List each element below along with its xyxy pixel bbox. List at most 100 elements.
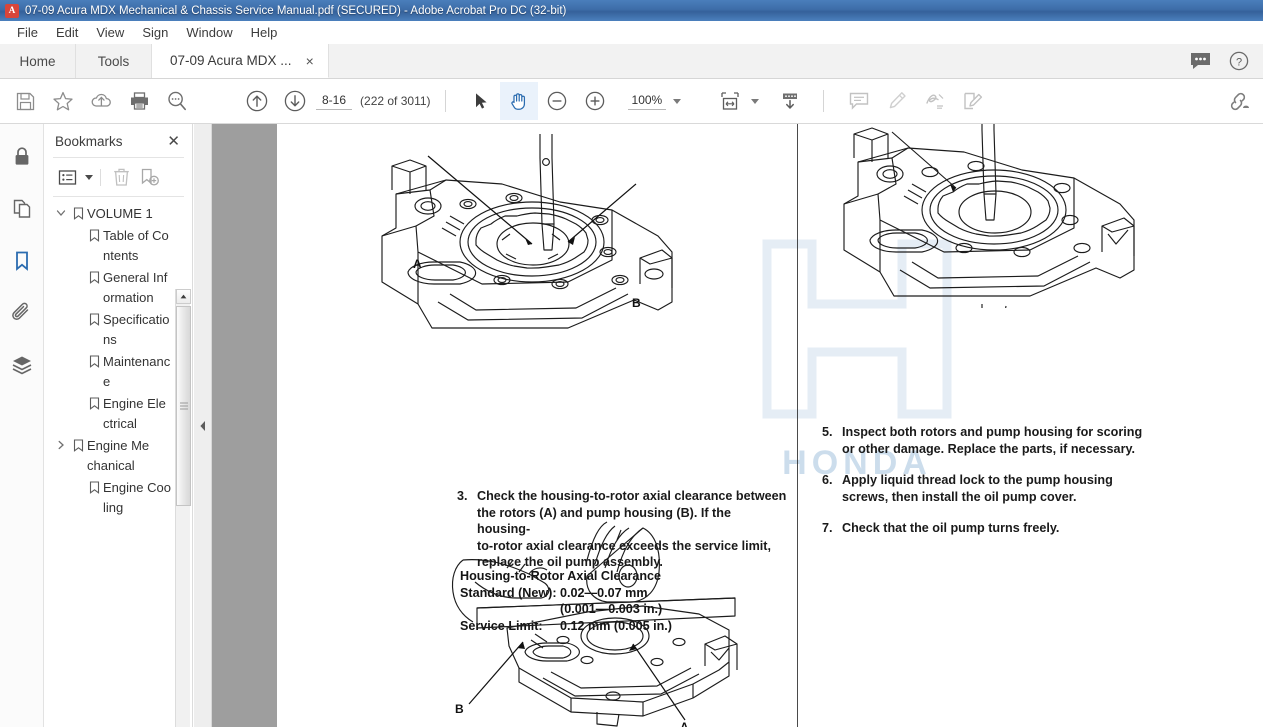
zoom-out-icon[interactable] — [538, 82, 576, 120]
share-link-button[interactable] — [1225, 89, 1263, 113]
step-5-body: Inspect both rotors and pump housing for… — [842, 424, 1142, 457]
menu-view[interactable]: View — [87, 23, 133, 42]
search-icon[interactable] — [158, 82, 196, 120]
menu-help[interactable]: Help — [242, 23, 287, 42]
tab-close-icon[interactable]: × — [306, 54, 314, 68]
bookmark-icon — [85, 394, 103, 410]
highlight-text-icon[interactable] — [878, 82, 916, 120]
bookmark-item-specifications[interactable]: Specifications — [45, 309, 192, 351]
menu-sign[interactable]: Sign — [133, 23, 177, 42]
hand-tool-icon[interactable] — [499, 82, 538, 120]
bookmark-spacer — [69, 394, 85, 398]
menu-window[interactable]: Window — [177, 23, 241, 42]
bookmark-options-icon[interactable] — [55, 165, 81, 189]
figure-callout-b-top: B — [632, 296, 641, 310]
previous-page-icon[interactable] — [238, 82, 276, 120]
bookmark-item-volume-1[interactable]: VOLUME 1 — [45, 203, 192, 225]
bookmark-label: Specifications — [103, 312, 170, 347]
bookmarks-toolbar-separator — [100, 168, 101, 186]
fill-and-sign-icon[interactable] — [954, 82, 992, 120]
bookmark-icon — [69, 204, 87, 220]
menu-file[interactable]: File — [8, 23, 47, 42]
bookmark-icon — [85, 352, 103, 368]
zoom-level-value[interactable]: 100% — [627, 92, 667, 110]
chevron-right-icon[interactable] — [53, 436, 69, 450]
menu-bar: File Edit View Sign Window Help — [0, 21, 1263, 44]
bookmark-icon — [85, 268, 103, 284]
next-page-icon[interactable] — [276, 82, 314, 120]
bookmark-item-table-of-contents[interactable]: Table of Contents — [45, 225, 192, 267]
menu-edit[interactable]: Edit — [47, 23, 87, 42]
step-7-line-1: Check that the oil pump turns freely. — [842, 521, 1060, 535]
bookmark-item-engine-cooling[interactable]: Engine Cooling — [45, 477, 192, 519]
acrobat-icon — [5, 3, 19, 18]
step-6-line-2: screws, then install the oil pump cover. — [842, 489, 1077, 504]
chevron-down-icon[interactable] — [53, 204, 69, 218]
step-6-line-1: Apply liquid thread lock to the pump hou… — [842, 473, 1113, 487]
chevron-down-icon[interactable] — [673, 98, 682, 104]
new-bookmark-icon[interactable] — [136, 165, 162, 189]
upload-cloud-icon[interactable] — [82, 82, 120, 120]
tab-home[interactable]: Home — [0, 44, 76, 78]
star-icon[interactable] — [44, 82, 82, 120]
comment-bubble-icon[interactable] — [1190, 52, 1211, 70]
bookmarks-toolbar — [45, 158, 192, 196]
title-bar: 07-09 Acura MDX Mechanical & Chassis Ser… — [0, 0, 1263, 21]
navigation-rail — [0, 124, 44, 727]
print-icon[interactable] — [120, 82, 158, 120]
step-6-number: 6. — [822, 473, 833, 487]
select-tool-icon[interactable] — [462, 82, 500, 120]
oil-pump-top-figure — [381, 134, 673, 329]
panel-collapse-handle[interactable] — [194, 124, 212, 727]
page-number-input[interactable]: 8-16 — [316, 92, 353, 110]
bookmarks-title: Bookmarks — [55, 134, 123, 149]
bookmarks-icon[interactable] — [7, 246, 37, 276]
bookmark-item-engine-mechanical[interactable]: Engine Mechanical — [45, 435, 192, 477]
page-thumbnails-icon[interactable] — [7, 194, 37, 224]
close-icon[interactable]: ✕ — [167, 134, 180, 149]
scroll-up-arrow-icon[interactable] — [176, 289, 191, 304]
bookmark-item-maintenance[interactable]: Maintenance — [45, 351, 192, 393]
step-7-body: Check that the oil pump turns freely. — [842, 520, 1059, 537]
step-5-number: 5. — [822, 425, 833, 439]
tab-tools[interactable]: Tools — [76, 44, 152, 78]
bookmark-item-general-information[interactable]: General Information — [45, 267, 192, 309]
add-comment-icon[interactable] — [840, 82, 878, 120]
help-icon[interactable]: ? — [1229, 51, 1249, 71]
zoom-level-control[interactable]: 100% — [627, 92, 682, 110]
document-view[interactable]: HONDA A B 3. Check the housing-to-rotor … — [212, 124, 1263, 727]
scrollbar-thumb[interactable] — [176, 306, 191, 506]
layers-icon[interactable] — [7, 350, 37, 380]
bookmarks-panel: Bookmarks ✕ VOLUME 1 Table of Contents G… — [45, 124, 193, 727]
fit-page-icon[interactable] — [711, 82, 749, 120]
pdf-page: HONDA A B 3. Check the housing-to-rotor … — [277, 124, 1263, 727]
oil-pump-right-figure — [843, 124, 1135, 308]
fit-page-chevron-icon[interactable] — [751, 98, 760, 104]
figure-callout-a-top: A — [413, 257, 422, 271]
step-5: 5. Inspect both rotors and pump housing … — [822, 424, 1152, 457]
bookmark-label: General Information — [103, 270, 168, 305]
zoom-in-icon[interactable] — [576, 82, 614, 120]
bookmarks-tree[interactable]: VOLUME 1 Table of Contents General Infor… — [45, 197, 192, 727]
tab-document[interactable]: 07-09 Acura MDX ... × — [152, 44, 329, 78]
page-divider — [797, 124, 798, 727]
save-icon[interactable] — [6, 82, 44, 120]
bookmark-spacer — [69, 352, 85, 356]
scroll-mode-icon[interactable] — [771, 82, 809, 120]
attachments-icon[interactable] — [7, 298, 37, 328]
bookmark-item-engine-electrical[interactable]: Engine Electrical — [45, 393, 192, 435]
tab-bar: Home Tools 07-09 Acura MDX ... × ? — [0, 44, 1263, 79]
bookmarks-scrollbar[interactable] — [175, 289, 191, 727]
bookmark-spacer — [69, 268, 85, 272]
security-lock-icon[interactable] — [7, 142, 37, 172]
svg-text:?: ? — [1236, 56, 1242, 68]
tab-document-label: 07-09 Acura MDX ... — [170, 53, 292, 68]
bookmark-spacer — [69, 478, 85, 482]
bookmark-options-chevron-icon[interactable] — [85, 174, 93, 180]
step-6: 6. Apply liquid thread lock to the pump … — [822, 472, 1152, 505]
toolbar-separator-2 — [823, 90, 825, 112]
scrollbar-grip — [180, 402, 188, 410]
sign-document-icon[interactable] — [916, 82, 954, 120]
toolbar-separator-1 — [444, 90, 446, 112]
delete-bookmark-icon[interactable] — [108, 165, 134, 189]
